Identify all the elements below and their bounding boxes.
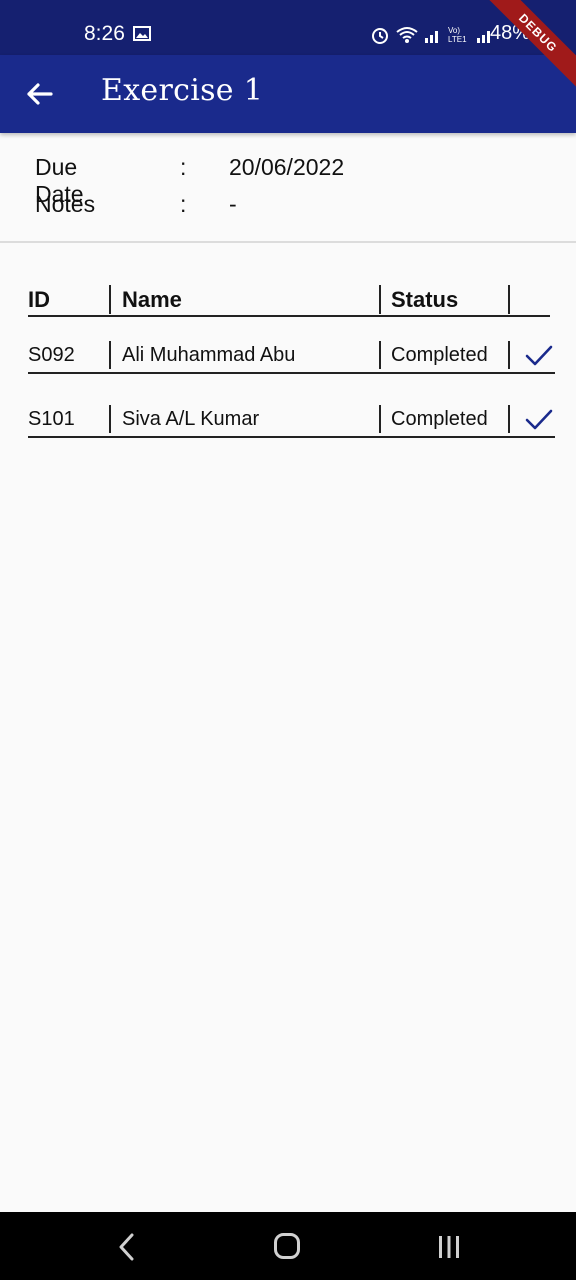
due-date-separator: : [180, 154, 187, 180]
app-bar: Exercise 1 [0, 55, 576, 133]
column-divider [109, 341, 111, 369]
column-divider [508, 285, 510, 314]
nav-recents-icon[interactable] [436, 1234, 462, 1260]
page-title: Exercise 1 [101, 73, 264, 108]
column-divider [508, 341, 510, 369]
row-id: S101 [28, 408, 75, 430]
column-divider [379, 285, 381, 314]
due-date-value: 20/06/2022 [229, 154, 345, 180]
table-row[interactable]: S101 Siva A/L Kumar Completed [0, 404, 576, 440]
check-icon [525, 345, 553, 366]
column-divider [379, 405, 381, 433]
system-nav-bar [0, 1212, 576, 1280]
back-arrow-icon[interactable] [22, 77, 56, 111]
column-divider [109, 405, 111, 433]
column-divider [109, 285, 111, 314]
notes-value: - [229, 191, 237, 217]
table-header: ID Name Status [0, 285, 576, 319]
network-label: Vo) LTE1 [448, 26, 467, 44]
gallery-icon [133, 26, 151, 41]
column-divider [508, 405, 510, 433]
signal-icon [425, 31, 438, 43]
notes-separator: : [180, 191, 187, 217]
notes-label: Notes [35, 191, 96, 217]
header-id: ID [28, 287, 50, 312]
row-name: Siva A/L Kumar [122, 408, 260, 430]
nav-home-icon[interactable] [273, 1232, 301, 1260]
row-status: Completed [391, 344, 488, 366]
header-underline [28, 315, 550, 317]
status-time: 8:26 [84, 22, 125, 45]
header-status: Status [391, 287, 459, 312]
row-underline [28, 436, 555, 438]
check-icon [525, 409, 553, 430]
section-divider [0, 241, 576, 243]
wifi-icon [396, 27, 418, 43]
nav-back-icon[interactable] [117, 1232, 137, 1262]
table-row[interactable]: S092 Ali Muhammad Abu Completed [0, 340, 576, 376]
status-bar: 8:26 Vo) LTE1 48% [0, 0, 576, 55]
alarm-icon [372, 28, 388, 44]
row-underline [28, 372, 555, 374]
column-divider [379, 341, 381, 369]
status-icons: Vo) LTE1 [370, 22, 494, 48]
row-id: S092 [28, 344, 75, 366]
row-status: Completed [391, 408, 488, 430]
header-name: Name [122, 287, 182, 312]
row-name: Ali Muhammad Abu [122, 344, 296, 366]
